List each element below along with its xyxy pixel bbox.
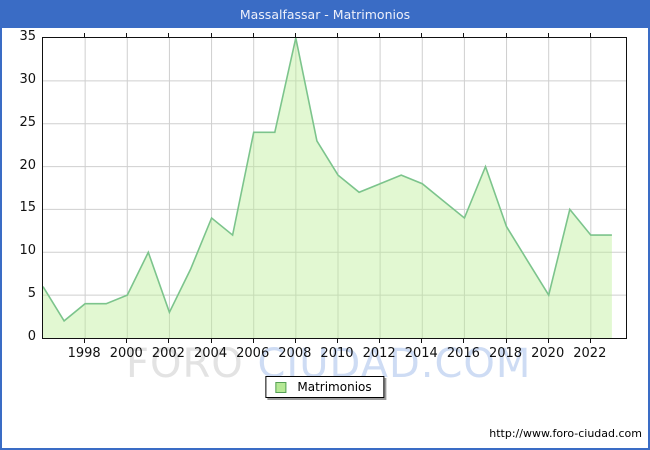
x-tick-label: 2008 (278, 346, 312, 361)
axis-tick (505, 339, 507, 343)
axis-tick (252, 339, 254, 343)
axis-tick (547, 339, 549, 343)
axis-tick (336, 339, 338, 343)
axis-tick (379, 339, 381, 343)
y-tick-label: 0 (27, 329, 36, 344)
chart-window: Massalfassar - Matrimonios 0 5 10 15 20 25 30 3… (0, 0, 650, 450)
axis-tick (126, 339, 128, 343)
axis-tick (168, 339, 170, 343)
axis-tick (421, 339, 423, 343)
axis-tick (210, 33, 212, 37)
y-tick-label: 20 (19, 157, 36, 173)
axis-tick (336, 33, 338, 37)
axis-tick (252, 33, 254, 37)
axis-tick (294, 33, 296, 37)
legend-swatch-icon (275, 381, 287, 393)
x-tick-label: 2022 (573, 346, 607, 361)
axis-tick (589, 339, 591, 343)
axis-tick (379, 33, 381, 37)
axis-tick (463, 339, 465, 343)
axis-tick (421, 33, 423, 37)
axis-tick (463, 33, 465, 37)
x-tick-label: 2006 (236, 346, 270, 361)
axis-tick (505, 33, 507, 37)
matrimonios-area-chart (43, 38, 626, 338)
x-tick-label: 2014 (404, 346, 438, 361)
x-tick-label: 2002 (151, 346, 185, 361)
chart-title: Massalfassar - Matrimonios (2, 2, 648, 28)
y-tick-label: 35 (19, 29, 36, 44)
axis-tick (168, 33, 170, 37)
y-tick-label: 5 (27, 286, 36, 302)
axis-tick (547, 33, 549, 37)
legend: Matrimonios (265, 376, 385, 398)
axis-tick (589, 33, 591, 37)
x-tick-label: 2016 (446, 346, 480, 361)
y-tick-label: 30 (19, 71, 36, 87)
x-tick-label: 2000 (109, 346, 143, 361)
plot-area (42, 37, 627, 339)
axis-tick (84, 33, 86, 37)
x-tick-label: 1998 (67, 346, 101, 361)
axis-tick (210, 339, 212, 343)
axis-tick (84, 339, 86, 343)
y-tick-label: 10 (19, 243, 36, 259)
x-tick-label: 2004 (194, 346, 228, 361)
x-tick-label: 2020 (531, 346, 565, 361)
y-tick-label: 25 (19, 114, 36, 130)
x-tick-label: 2012 (362, 346, 396, 361)
x-tick-label: 2018 (488, 346, 523, 361)
axis-tick (294, 339, 296, 343)
y-tick-label: 15 (19, 200, 36, 216)
x-tick-label: 2010 (320, 346, 354, 361)
source-url: http://www.foro-ciudad.com (489, 427, 642, 440)
axis-tick (126, 33, 128, 37)
legend-label: Matrimonios (297, 380, 372, 394)
